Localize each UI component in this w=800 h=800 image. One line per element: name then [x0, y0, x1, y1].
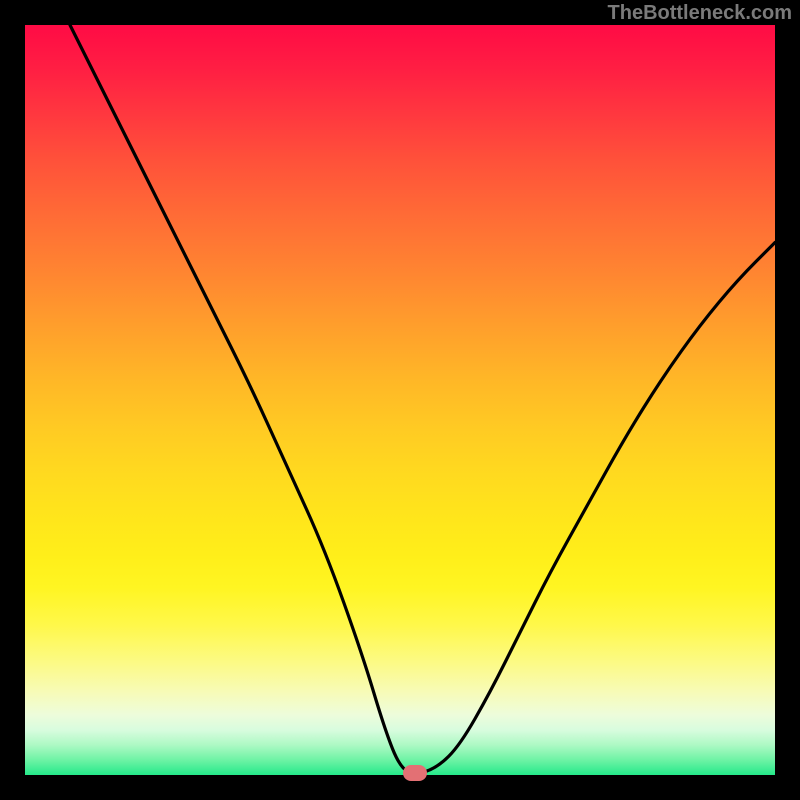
chart-frame: TheBottleneck.com: [0, 0, 800, 800]
bottleneck-curve: [25, 25, 775, 775]
optimal-point-marker: [403, 765, 427, 781]
attribution-label: TheBottleneck.com: [608, 2, 792, 25]
plot-area: [25, 25, 775, 775]
